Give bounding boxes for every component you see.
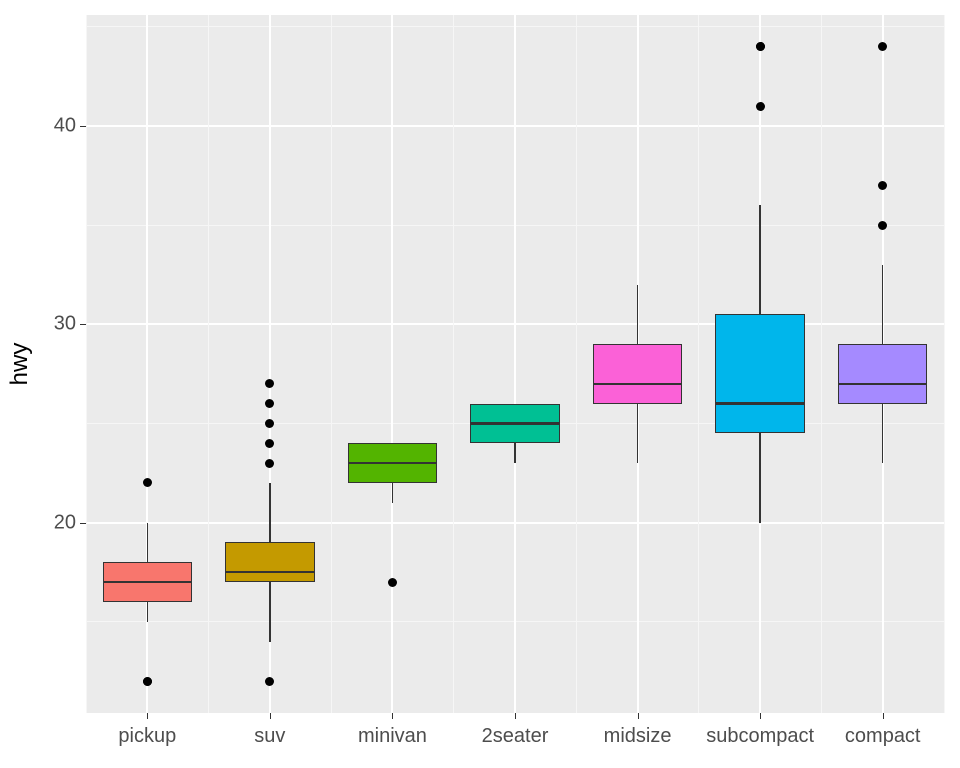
outlier-point xyxy=(756,42,765,51)
x-tick-mark xyxy=(270,713,271,719)
median-line xyxy=(715,402,804,405)
whisker-lower xyxy=(269,582,271,641)
outlier-point xyxy=(756,102,765,111)
gridline-x-minor xyxy=(576,15,577,713)
whisker-lower xyxy=(759,433,761,522)
x-tick-label: pickup xyxy=(118,725,176,748)
median-line xyxy=(103,581,192,584)
x-tick-label: midsize xyxy=(604,725,672,748)
gridline-x-major xyxy=(514,15,516,713)
box-subcompact xyxy=(715,314,804,433)
outlier-point xyxy=(265,439,274,448)
x-tick-label: minivan xyxy=(358,725,427,748)
whisker-lower xyxy=(637,404,639,463)
boxplot-chart: hwy 203040pickupsuvminivan2seatermidsize… xyxy=(0,0,960,768)
outlier-point xyxy=(265,399,274,408)
outlier-point xyxy=(878,181,887,190)
box-compact xyxy=(838,344,927,403)
x-tick-label: compact xyxy=(845,725,921,748)
box-midsize xyxy=(593,344,682,403)
outlier-point xyxy=(143,677,152,686)
x-tick-mark xyxy=(147,713,148,719)
y-tick-label: 30 xyxy=(52,313,76,336)
gridline-x-minor xyxy=(453,15,454,713)
median-line xyxy=(470,422,559,425)
gridline-x-minor xyxy=(86,15,87,713)
whisker-lower xyxy=(514,443,516,463)
plot-layer: 20 30 40 pickup suv minivan 2seater midsize subc… xyxy=(0,0,960,768)
outlier-point xyxy=(143,478,152,487)
outlier-point xyxy=(265,419,274,428)
whisker-upper xyxy=(759,205,761,314)
whisker-upper xyxy=(269,483,271,542)
x-tick-mark xyxy=(760,713,761,719)
outlier-point xyxy=(878,221,887,230)
whisker-upper xyxy=(882,265,884,344)
median-line xyxy=(225,571,314,574)
gridline-x-minor xyxy=(944,15,945,713)
x-tick-label: subcompact xyxy=(706,725,814,748)
whisker-upper xyxy=(147,523,149,563)
gridline-x-minor xyxy=(208,15,209,713)
gridline-x-minor xyxy=(698,15,699,713)
x-tick-mark xyxy=(638,713,639,719)
outlier-point xyxy=(265,459,274,468)
outlier-point xyxy=(265,677,274,686)
whisker-lower xyxy=(147,602,149,622)
box-suv xyxy=(225,542,314,582)
median-line xyxy=(838,383,927,386)
outlier-point xyxy=(388,578,397,587)
y-tick-label: 40 xyxy=(52,115,76,138)
whisker-lower xyxy=(882,404,884,463)
x-tick-mark xyxy=(392,713,393,719)
median-line xyxy=(593,383,682,386)
gridline-x-major xyxy=(391,15,393,713)
gridline-x-minor xyxy=(821,15,822,713)
y-tick-label: 20 xyxy=(52,511,76,534)
x-tick-label: 2seater xyxy=(482,725,549,748)
x-tick-mark xyxy=(515,713,516,719)
outlier-point xyxy=(265,379,274,388)
outlier-point xyxy=(878,42,887,51)
gridline-x-minor xyxy=(331,15,332,713)
whisker-lower xyxy=(392,483,394,503)
x-tick-label: suv xyxy=(254,725,285,748)
x-tick-mark xyxy=(883,713,884,719)
median-line xyxy=(348,462,437,465)
whisker-upper xyxy=(637,285,639,344)
